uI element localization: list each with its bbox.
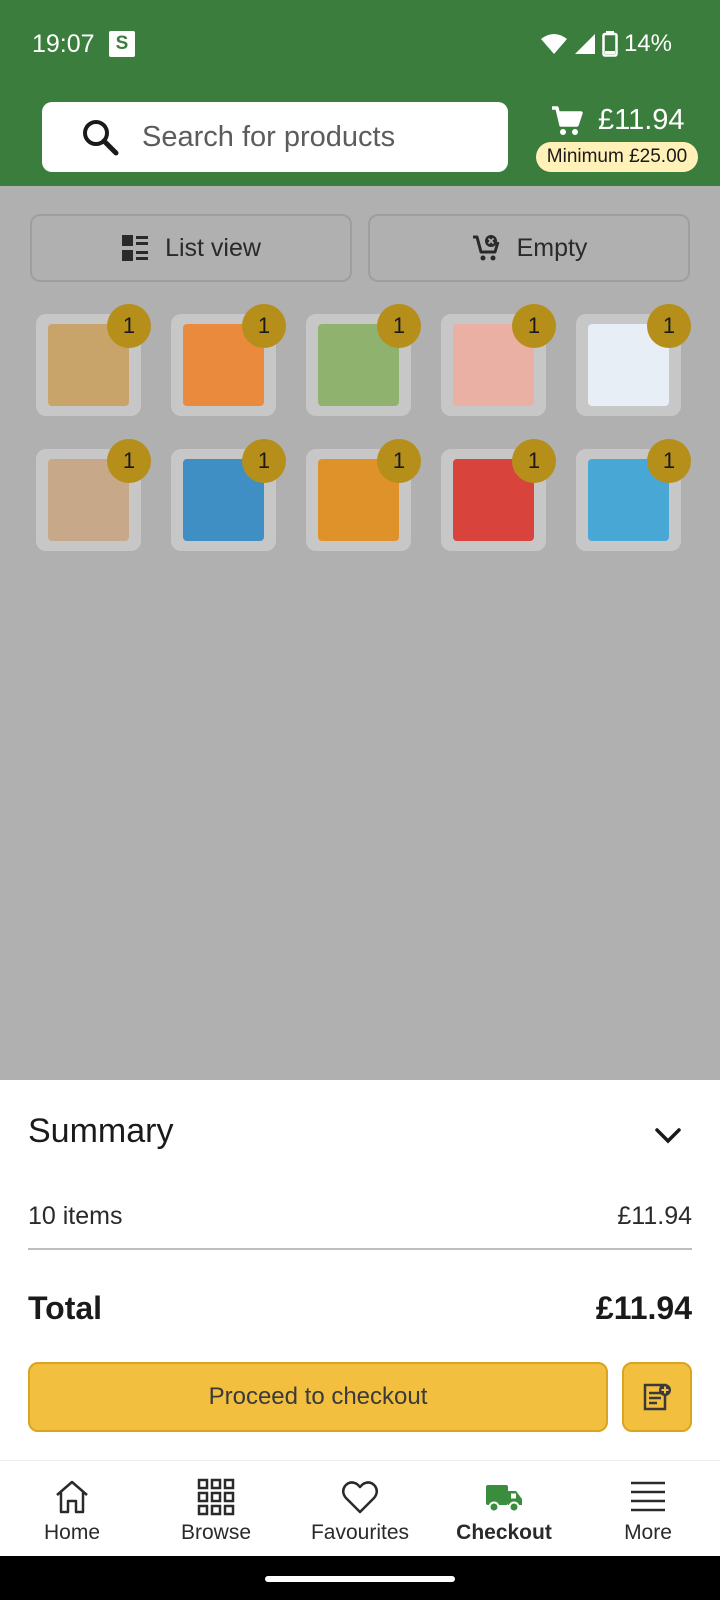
product-tile-chicken-thighs[interactable]: 1 — [441, 304, 556, 416]
menu-icon — [631, 1481, 665, 1512]
product-tile-bisto-gravy[interactable]: 1 — [306, 439, 421, 551]
minimum-order-badge: Minimum £25.00 — [536, 142, 698, 172]
checkout-button-label: Proceed to checkout — [208, 1383, 428, 1410]
quantity-badge: 1 — [647, 439, 691, 483]
product-tile-green-beans[interactable]: 1 — [306, 304, 421, 416]
items-subtotal: £11.94 — [617, 1202, 692, 1230]
quantity-badge: 1 — [647, 304, 691, 348]
items-count: 10 items — [28, 1202, 123, 1230]
quantity-badge: 1 — [242, 439, 286, 483]
total-value: £11.94 — [595, 1290, 692, 1326]
total-label: Total — [28, 1290, 103, 1326]
delivery-truck-icon — [486, 1485, 522, 1513]
wifi-icon — [540, 34, 567, 54]
bottom-navigation: Home Browse Favourites Checkout More — [0, 1460, 720, 1556]
gesture-handle[interactable] — [265, 1576, 455, 1582]
quantity-badge: 1 — [242, 304, 286, 348]
quantity-badge: 1 — [512, 439, 556, 483]
heart-icon — [342, 1481, 378, 1514]
status-time: 19:07 — [32, 30, 95, 58]
proceed-to-checkout-button[interactable]: Proceed to checkout — [28, 1362, 608, 1432]
search-input[interactable]: Search for products — [42, 102, 508, 172]
quantity-badge: 1 — [107, 439, 151, 483]
product-tile-carrots[interactable]: 1 — [171, 304, 286, 416]
status-indicators: 14% — [540, 30, 672, 58]
empty-trolley-button[interactable]: Empty — [368, 214, 690, 282]
home-icon — [56, 1480, 88, 1514]
product-tile-sage-onion-stuffing[interactable]: 1 — [171, 439, 286, 551]
product-tile-plain-flour[interactable]: 1 — [441, 439, 556, 551]
nav-home[interactable]: Home — [0, 1461, 144, 1557]
quantity-badge: 1 — [512, 304, 556, 348]
summary-sheet: Summary 10 items £11.94 Total £11.94 Pro… — [0, 1080, 720, 1460]
list-view-button[interactable]: List view — [30, 214, 352, 282]
system-navigation-bar — [0, 1556, 720, 1600]
nav-more[interactable]: More — [576, 1461, 720, 1557]
product-tile-eggs[interactable]: 1 — [36, 439, 151, 551]
quantity-badge: 1 — [107, 304, 151, 348]
signal-icon — [574, 34, 595, 54]
nav-favourites-label: Favourites — [310, 1521, 410, 1544]
product-tile-potatoes[interactable]: 1 — [36, 304, 151, 416]
app-header: 19:07 S 14% Search for products £11.94 M… — [0, 0, 720, 186]
status-bar: 19:07 S 14% — [0, 0, 720, 90]
add-voucher-button[interactable] — [622, 1362, 692, 1432]
list-view-icon — [122, 235, 149, 261]
chevron-down-icon[interactable] — [652, 1120, 684, 1152]
nav-browse[interactable]: Browse — [144, 1461, 288, 1557]
nav-favourites[interactable]: Favourites — [288, 1461, 432, 1557]
battery-icon — [602, 31, 618, 57]
nav-more-label: More — [624, 1521, 672, 1544]
battery-percent: 14% — [623, 30, 672, 57]
cart-total: £11.94 — [598, 104, 685, 136]
cart-icon — [552, 105, 583, 135]
grid-icon — [197, 1478, 235, 1516]
empty-label: Empty — [516, 233, 588, 262]
quantity-badge: 1 — [377, 439, 421, 483]
product-tile-milk[interactable]: 1 — [576, 304, 691, 416]
quantity-badge: 1 — [377, 304, 421, 348]
nav-checkout-label: Checkout — [456, 1521, 552, 1544]
cart-summary-button[interactable]: £11.94 Minimum £25.00 — [536, 104, 698, 172]
search-placeholder: Search for products — [142, 120, 396, 153]
search-icon — [83, 120, 119, 156]
product-tile-savers-lard[interactable]: 1 — [576, 439, 691, 551]
trolley-content: List view Empty 1 1 1 1 1 1 1 1 1 1 — [0, 186, 720, 1080]
nav-checkout[interactable]: Checkout — [432, 1461, 576, 1557]
divider — [28, 1248, 692, 1250]
remove-cart-icon — [472, 235, 499, 261]
notification-icon: S — [109, 31, 135, 57]
summary-title: Summary — [28, 1112, 174, 1150]
nav-home-label: Home — [43, 1521, 101, 1544]
nav-browse-label: Browse — [180, 1521, 252, 1544]
list-view-label: List view — [165, 233, 261, 262]
voucher-icon — [643, 1383, 671, 1411]
